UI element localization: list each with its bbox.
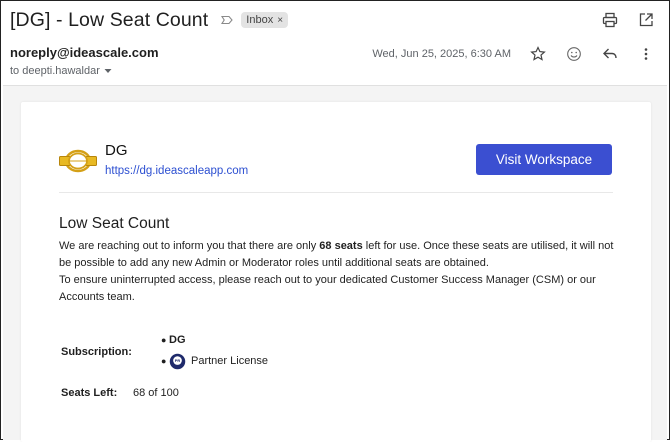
subscription-workspace: DG	[169, 334, 186, 346]
message-date: Wed, Jun 25, 2025, 6:30 AM	[372, 48, 511, 60]
brand-name: DG	[105, 142, 128, 159]
paragraph-1-start: We are reaching out to inform you that t…	[59, 240, 320, 252]
recipient-line[interactable]: to deepti.hawaldar	[10, 65, 159, 77]
email-title: Low Seat Count	[59, 215, 170, 232]
visit-workspace-button[interactable]: Visit Workspace	[476, 144, 612, 175]
subscription-label: Subscription:	[61, 346, 132, 358]
seats-count-bold: 68 seats	[319, 240, 363, 252]
emoji-reaction-button[interactable]	[563, 43, 585, 65]
inbox-label-chip[interactable]: Inbox ×	[241, 12, 289, 28]
ideascale-logo	[59, 149, 97, 173]
partner-badge-text: PR	[175, 358, 181, 363]
remove-label-icon[interactable]: ×	[277, 15, 283, 26]
sender-block: noreply@ideascale.com to deepti.hawaldar	[10, 45, 159, 77]
reply-icon	[603, 48, 617, 59]
paragraph-1: We are reaching out to inform you that t…	[59, 238, 619, 272]
header-divider	[59, 192, 613, 193]
bullet-icon: ●	[161, 335, 167, 345]
subscription-license: Partner License	[191, 355, 269, 367]
email-window: [DG] - Low Seat Count Inbox × noreply@id…	[0, 0, 670, 442]
email-body-background: DG https://dg.ideascaleapp.com Visit Wor…	[3, 85, 667, 442]
emoji-icon	[567, 47, 581, 61]
list-item: ● PR Partner License	[161, 350, 268, 372]
inbox-label-text: Inbox	[246, 14, 274, 26]
message-actions: Wed, Jun 25, 2025, 6:30 AM	[372, 43, 657, 65]
open-in-new-window-icon	[639, 13, 653, 27]
top-toolbar	[599, 9, 657, 31]
seats-left-label: Seats Left:	[61, 387, 118, 399]
email-subject: [DG] - Low Seat Count	[10, 8, 209, 31]
recipient-text: to deepti.hawaldar	[10, 65, 100, 77]
print-button[interactable]	[599, 9, 621, 31]
subscription-list: ● DG ● PR Partner License	[161, 332, 268, 372]
label-icon[interactable]	[220, 13, 234, 27]
subject-row: [DG] - Low Seat Count Inbox ×	[10, 7, 289, 33]
sender-email[interactable]: noreply@ideascale.com	[10, 45, 159, 60]
reply-button[interactable]	[599, 43, 621, 65]
list-item: ● DG	[161, 332, 268, 348]
bullet-icon: ●	[161, 356, 167, 366]
open-in-new-window-button[interactable]	[635, 9, 657, 31]
more-vertical-icon	[644, 48, 648, 60]
printer-icon	[602, 12, 618, 28]
star-icon	[530, 46, 546, 61]
workspace-link[interactable]: https://dg.ideascaleapp.com	[105, 165, 248, 177]
chevron-down-icon[interactable]	[104, 68, 112, 74]
paragraph-2: To ensure uninterrupted access, please r…	[59, 274, 596, 303]
star-button[interactable]	[527, 43, 549, 65]
partner-badge-icon: PR	[169, 353, 186, 369]
brand-header: DG https://dg.ideascaleapp.com	[59, 142, 248, 177]
email-body-text: We are reaching out to inform you that t…	[59, 238, 619, 306]
seats-left-value: 68 of 100	[133, 387, 179, 399]
more-options-button[interactable]	[635, 43, 657, 65]
email-card: DG https://dg.ideascaleapp.com Visit Wor…	[21, 102, 651, 442]
brand-text: DG https://dg.ideascaleapp.com	[105, 142, 248, 177]
